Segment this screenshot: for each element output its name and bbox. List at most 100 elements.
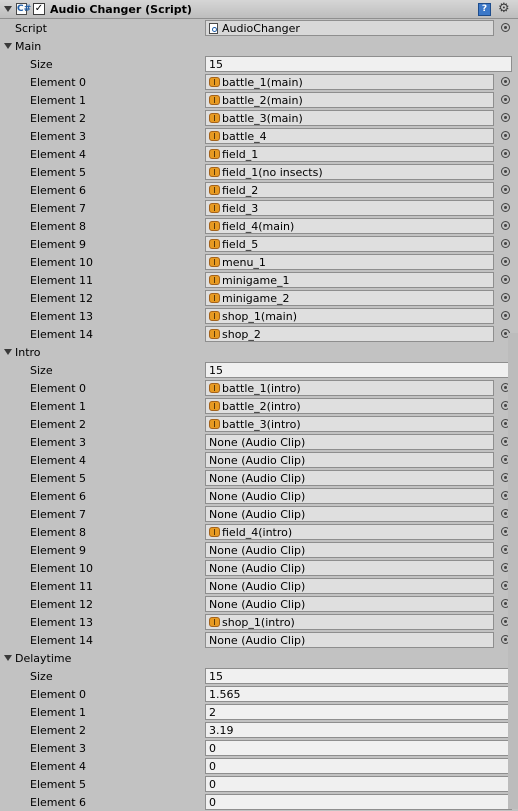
delay-value-input[interactable]: 0 [205, 776, 512, 792]
audio-clip-icon [209, 203, 220, 213]
audio-clip-field[interactable]: None (Audio Clip) [205, 434, 494, 450]
audio-clip-field[interactable]: battle_1(intro) [205, 380, 494, 396]
inspector-scrollbar[interactable] [508, 333, 518, 809]
audio-clip-field[interactable]: field_5 [205, 236, 494, 252]
object-picker-icon[interactable] [501, 185, 510, 194]
object-picker-icon[interactable] [501, 275, 510, 284]
delaytime-element-4-row: Element 4 0 [0, 757, 518, 775]
help-icon[interactable]: ? [478, 3, 491, 16]
element-label: Element 0 [30, 688, 87, 701]
audio-clip-field[interactable]: field_1 [205, 146, 494, 162]
delay-value-input[interactable]: 0 [205, 740, 512, 756]
intro-element-10-row: Element 10 None (Audio Clip) [0, 559, 518, 577]
delay-value-input[interactable]: 2 [205, 704, 512, 720]
audio-clip-field[interactable]: None (Audio Clip) [205, 560, 494, 576]
intro-element-7-row: Element 7 None (Audio Clip) [0, 505, 518, 523]
object-picker-icon[interactable] [501, 95, 510, 104]
main-element-11-row: Element 11 minigame_1 [0, 271, 518, 289]
audio-clip-icon [209, 77, 220, 87]
element-label: Element 10 [30, 562, 94, 575]
main-label[interactable]: Main [15, 40, 41, 53]
gear-icon[interactable]: ⚙ [498, 2, 510, 16]
delay-value: 0 [209, 778, 216, 791]
element-label: Element 1 [30, 94, 87, 107]
audio-clip-field[interactable]: minigame_1 [205, 272, 494, 288]
intro-size-input[interactable]: 15 [205, 362, 512, 378]
audio-clip-icon [209, 617, 220, 627]
intro-element-0-row: Element 0 battle_1(intro) [0, 379, 518, 397]
script-asset-icon [209, 23, 218, 34]
audio-clip-field[interactable]: battle_2(intro) [205, 398, 494, 414]
object-picker-icon[interactable] [501, 293, 510, 302]
main-element-9-row: Element 9 field_5 [0, 235, 518, 253]
component-foldout-icon[interactable] [4, 6, 12, 12]
audio-clip-value: shop_1(main) [222, 310, 297, 323]
element-label: Element 9 [30, 544, 87, 557]
object-picker-icon[interactable] [501, 113, 510, 122]
main-foldout-icon[interactable] [4, 43, 12, 49]
audio-clip-field[interactable]: menu_1 [205, 254, 494, 270]
object-picker-icon[interactable] [501, 149, 510, 158]
audio-clip-icon [209, 311, 220, 321]
delay-value-input[interactable]: 0 [205, 794, 512, 810]
audio-clip-field[interactable]: battle_1(main) [205, 74, 494, 90]
delay-value-input[interactable]: 0 [205, 758, 512, 774]
object-picker-icon[interactable] [501, 221, 510, 230]
audio-clip-field[interactable]: shop_2 [205, 326, 494, 342]
audio-clip-field[interactable]: field_2 [205, 182, 494, 198]
audio-clip-field[interactable]: minigame_2 [205, 290, 494, 306]
element-label: Element 7 [30, 202, 87, 215]
delaytime-size-input[interactable]: 15 [205, 668, 512, 684]
delaytime-label[interactable]: Delaytime [15, 652, 71, 665]
audio-clip-field[interactable]: shop_1(intro) [205, 614, 494, 630]
intro-element-3-row: Element 3 None (Audio Clip) [0, 433, 518, 451]
audio-clip-field[interactable]: None (Audio Clip) [205, 596, 494, 612]
audio-clip-field[interactable]: None (Audio Clip) [205, 578, 494, 594]
audio-clip-value: battle_4 [222, 130, 267, 143]
script-object-picker-icon[interactable] [501, 23, 510, 32]
audio-clip-field[interactable]: field_4(intro) [205, 524, 494, 540]
audio-clip-value: menu_1 [222, 256, 266, 269]
audio-clip-field[interactable]: battle_3(intro) [205, 416, 494, 432]
component-header[interactable]: C# ✓ Audio Changer (Script) ? ⚙ [0, 0, 518, 19]
object-picker-icon[interactable] [501, 311, 510, 320]
main-size-input[interactable]: 15 [205, 56, 512, 72]
intro-label[interactable]: Intro [15, 346, 41, 359]
intro-element-8-row: Element 8 field_4(intro) [0, 523, 518, 541]
audio-clip-field[interactable]: None (Audio Clip) [205, 506, 494, 522]
audio-clip-value: minigame_1 [222, 274, 290, 287]
audio-clip-field[interactable]: battle_3(main) [205, 110, 494, 126]
audio-clip-field[interactable]: shop_1(main) [205, 308, 494, 324]
object-picker-icon[interactable] [501, 167, 510, 176]
audio-clip-field[interactable]: battle_2(main) [205, 92, 494, 108]
audio-clip-field[interactable]: None (Audio Clip) [205, 452, 494, 468]
audio-clip-field[interactable]: None (Audio Clip) [205, 632, 494, 648]
object-picker-icon[interactable] [501, 257, 510, 266]
object-picker-icon[interactable] [501, 203, 510, 212]
element-label: Element 1 [30, 706, 87, 719]
audio-clip-field[interactable]: field_3 [205, 200, 494, 216]
delaytime-element-6-row: Element 6 0 [0, 793, 518, 811]
size-value: 15 [209, 58, 223, 71]
script-field[interactable]: AudioChanger [205, 20, 494, 36]
element-label: Element 9 [30, 238, 87, 251]
audio-clip-icon [209, 257, 220, 267]
object-picker-icon[interactable] [501, 77, 510, 86]
delaytime-foldout-icon[interactable] [4, 655, 12, 661]
intro-foldout-icon[interactable] [4, 349, 12, 355]
delay-value-input[interactable]: 1.565 [205, 686, 512, 702]
object-picker-icon[interactable] [501, 239, 510, 248]
object-picker-icon[interactable] [501, 131, 510, 140]
component-enabled-checkbox[interactable]: ✓ [33, 3, 45, 15]
audio-clip-field[interactable]: None (Audio Clip) [205, 488, 494, 504]
audio-clip-field[interactable]: field_1(no insects) [205, 164, 494, 180]
audio-clip-field[interactable]: battle_4 [205, 128, 494, 144]
delay-value-input[interactable]: 3.19 [205, 722, 512, 738]
script-row: Script AudioChanger [0, 19, 518, 37]
audio-clip-field[interactable]: None (Audio Clip) [205, 542, 494, 558]
audio-clip-field[interactable]: None (Audio Clip) [205, 470, 494, 486]
audio-clip-field[interactable]: field_4(main) [205, 218, 494, 234]
script-label: Script [15, 22, 47, 35]
main-element-3-row: Element 3 battle_4 [0, 127, 518, 145]
audio-clip-icon [209, 275, 220, 285]
